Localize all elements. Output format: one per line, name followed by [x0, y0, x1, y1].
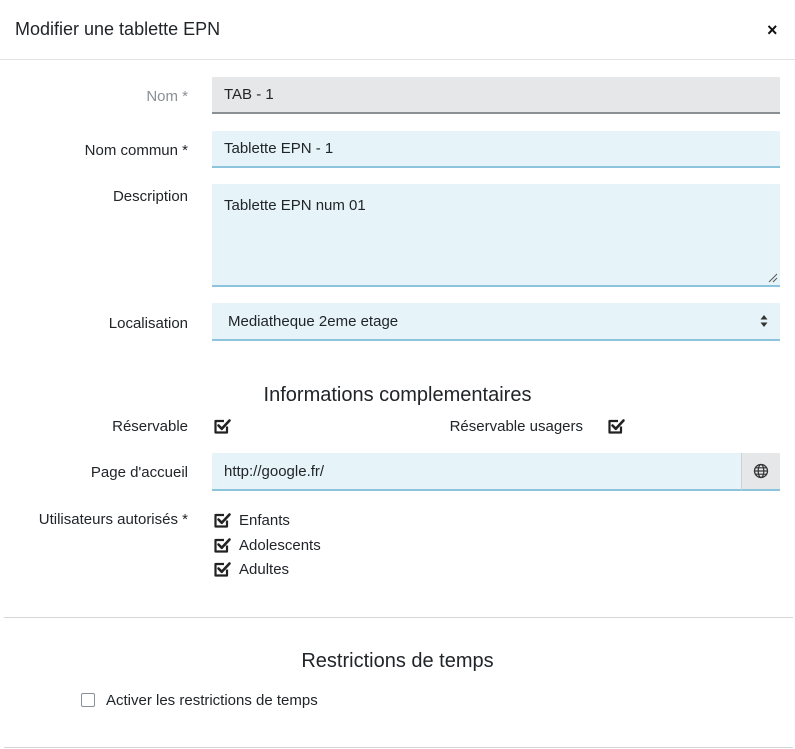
- page-accueil-group: http://google.fr/: [212, 453, 780, 491]
- enfants-checkbox[interactable]: [212, 510, 232, 530]
- resize-grip-icon[interactable]: [766, 271, 778, 283]
- description-textarea[interactable]: Tablette EPN num 01: [212, 184, 780, 287]
- utilisateur-option-adolescents[interactable]: Adolescents: [212, 534, 321, 556]
- reservable-checkbox[interactable]: [212, 416, 232, 436]
- utilisateur-option-adultes[interactable]: Adultes: [212, 558, 289, 580]
- reservable-usagers-checkbox[interactable]: [606, 416, 626, 436]
- nom-commun-field[interactable]: Tablette EPN - 1: [212, 131, 780, 168]
- globe-icon: [753, 463, 769, 479]
- page-accueil-label: Page d'accueil: [90, 464, 188, 481]
- infos-section-title: Informations complementaires: [263, 384, 532, 406]
- close-button[interactable]: ×: [767, 20, 778, 40]
- section-divider: [4, 617, 793, 618]
- description-label: Description: [112, 188, 188, 205]
- reservable-usagers-label: Réservable usagers: [449, 418, 583, 435]
- adultes-label: Adultes: [239, 560, 290, 578]
- page-accueil-field[interactable]: http://google.fr/: [212, 453, 741, 491]
- adultes-checkbox[interactable]: [212, 559, 232, 579]
- reservable-label: Réservable: [112, 418, 188, 435]
- localisation-label: Localisation: [108, 315, 188, 332]
- activate-restrictions-label[interactable]: Activer les restrictions de temps: [106, 692, 318, 709]
- restrictions-section-title: Restrictions de temps: [301, 650, 494, 672]
- nom-label: Nom *: [146, 88, 188, 105]
- utilisateur-option-enfants[interactable]: Enfants: [212, 509, 290, 531]
- enfants-label: Enfants: [239, 511, 290, 529]
- utilisateurs-label: Utilisateurs autorisés *: [38, 511, 188, 528]
- bottom-divider: [4, 747, 793, 748]
- description-value: Tablette EPN num 01: [224, 197, 366, 214]
- globe-addon[interactable]: [741, 453, 780, 491]
- adolescents-checkbox[interactable]: [212, 535, 232, 555]
- activate-restrictions-checkbox[interactable]: [81, 693, 95, 707]
- adolescents-label: Adolescents: [239, 536, 321, 554]
- nom-commun-label: Nom commun *: [84, 142, 188, 159]
- localisation-value: Mediatheque 2eme etage: [228, 312, 399, 330]
- nom-field: TAB - 1: [212, 77, 780, 114]
- modal-title: Modifier une tablette EPN: [15, 19, 221, 39]
- modal-header: Modifier une tablette EPN ×: [0, 0, 795, 60]
- localisation-select[interactable]: Mediatheque 2eme etage: [212, 303, 780, 341]
- chevron-updown-icon: [760, 315, 768, 327]
